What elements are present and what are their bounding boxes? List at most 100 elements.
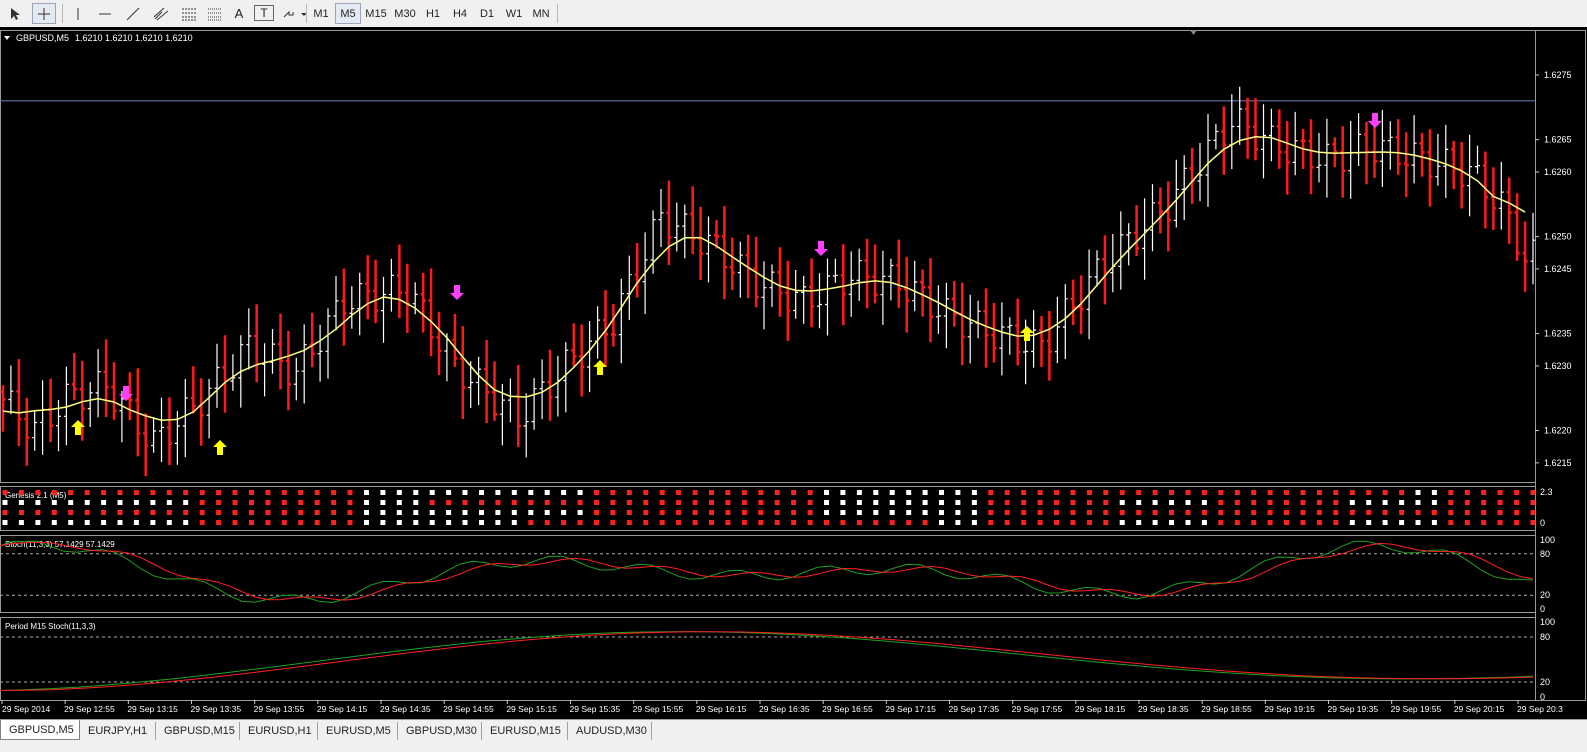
genesis-signal-dot	[18, 520, 24, 525]
genesis-signal-dot	[1004, 520, 1010, 525]
stochastic-pane[interactable]	[0, 535, 1536, 613]
stoch2-title: Period M15 Stoch(11,3,3)	[5, 622, 96, 631]
genesis-signal-dot	[199, 490, 205, 495]
genesis-signal-dot	[511, 500, 517, 505]
cursor-tool-button[interactable]	[4, 3, 26, 24]
genesis-signal-dot	[725, 500, 731, 505]
genesis-signal-dot	[413, 490, 419, 495]
period-button-m5[interactable]: M5	[335, 3, 361, 24]
genesis-signal-dot	[1037, 500, 1043, 505]
chart-tab-bar: GBPUSD,M5 EURJPY,H1 GBPUSD,M15 EURUSD,H1 EUR…	[0, 719, 1587, 752]
stoch1-scale-label: 100	[1540, 535, 1555, 545]
genesis-signal-dot	[1267, 510, 1273, 515]
genesis-signal-dot	[1054, 500, 1059, 505]
genesis-signal-dot	[1037, 490, 1043, 495]
genesis-signal-dot	[692, 510, 698, 515]
genesis-signal-dot	[166, 510, 172, 515]
genesis-signal-dot	[1431, 520, 1437, 525]
genesis-signal-dot	[1284, 490, 1289, 495]
time-label: 29 Sep 15:15	[506, 704, 557, 714]
genesis-signal-dot	[676, 500, 682, 505]
text-label-tool-button[interactable]: T	[254, 5, 274, 21]
fibonacci-retracement-tool-button[interactable]	[204, 3, 226, 24]
chart-canvas[interactable]: 1.6275 1.6265 1.6260 1.6250 1.6245 1.6235 1.62…	[0, 27, 1587, 719]
genesis-signal-dot	[1382, 490, 1388, 495]
genesis-signal-dot	[1316, 520, 1322, 525]
genesis-signal-dot	[117, 520, 123, 525]
time-label: 29 Sep 12:55	[64, 704, 115, 714]
stoch2-scale-label: 0	[1540, 692, 1545, 702]
genesis-signal-dot	[298, 490, 304, 495]
trendline-tool-button[interactable]	[122, 3, 144, 24]
price-label: 1.6275	[1544, 70, 1572, 80]
genesis-signal-dot	[955, 520, 961, 525]
chart-tab-gbpusd-m5[interactable]: GBPUSD,M5	[0, 720, 80, 740]
crosshair-tool-button[interactable]	[32, 3, 56, 24]
vertical-line-tool-button[interactable]	[68, 3, 88, 24]
period-button-w1[interactable]: W1	[501, 3, 527, 24]
time-label: 29 Sep 17:55	[1012, 704, 1063, 714]
m15-stochastic-pane[interactable]	[0, 617, 1536, 701]
genesis-signal-dot	[347, 490, 353, 495]
chart-tab-eurusd-m15[interactable]: EURUSD,M15	[482, 722, 568, 740]
period-button-d1[interactable]: D1	[474, 3, 500, 24]
genesis-signal-dot	[1185, 510, 1191, 515]
fibonacci-tool-button[interactable]	[178, 3, 200, 24]
genesis-signal-dot	[1366, 490, 1372, 495]
period-button-mn[interactable]: MN	[528, 3, 554, 24]
genesis-signal-dot	[1514, 510, 1520, 515]
stoch2-scale-label: 80	[1540, 632, 1550, 642]
period-button-m30[interactable]: M30	[391, 3, 419, 24]
genesis-signal-dot	[1399, 490, 1405, 495]
period-button-h1[interactable]: H1	[420, 3, 446, 24]
genesis-signal-dot	[1431, 490, 1437, 495]
genesis-signal-dot	[84, 520, 90, 525]
genesis-signal-dot	[824, 510, 829, 515]
chart-tab-audusd-m30[interactable]: AUDUSD,M30	[568, 722, 652, 740]
genesis-signal-dot	[1300, 490, 1306, 495]
period-button-m1[interactable]: M1	[308, 3, 334, 24]
chart-tab-eurjpy-h1[interactable]: EURJPY,H1	[80, 722, 156, 740]
genesis-signal-dot	[1169, 500, 1174, 505]
genesis-signal-dot	[150, 520, 156, 525]
genesis-signal-dot	[791, 520, 797, 525]
main-chart-pane[interactable]	[0, 30, 1536, 483]
genesis-signal-dot	[265, 510, 271, 515]
genesis-signal-dot	[1169, 490, 1174, 495]
genesis-signal-dot	[249, 490, 254, 495]
genesis-signal-dot	[1399, 520, 1405, 525]
genesis-signal-dot	[1185, 500, 1191, 505]
genesis-signal-dot	[1251, 500, 1257, 505]
chart-tab-eurusd-m5[interactable]: EURUSD,M5	[318, 722, 398, 740]
chart-tab-gbpusd-m30[interactable]: GBPUSD,M30	[398, 722, 482, 740]
genesis-signal-dot	[791, 500, 797, 505]
genesis-signal-dot	[35, 500, 41, 505]
genesis-signal-dot	[709, 500, 714, 505]
genesis-signal-dot	[347, 510, 353, 515]
time-label: 29 Sep 18:55	[1201, 704, 1252, 714]
genesis-signal-dot	[1399, 510, 1405, 515]
genesis-signal-dot	[84, 490, 90, 495]
genesis-signal-dot	[643, 520, 649, 525]
genesis-signal-dot	[1481, 510, 1487, 515]
equidistant-channel-tool-button[interactable]	[150, 3, 172, 24]
chart-window[interactable]: 1.6275 1.6265 1.6260 1.6250 1.6245 1.6235 1.62…	[0, 27, 1587, 719]
genesis-signal-dot	[741, 510, 747, 515]
genesis-signal-dot	[1136, 500, 1142, 505]
genesis-signal-dot	[1333, 520, 1339, 525]
genesis-signal-dot	[676, 510, 682, 515]
genesis-signal-dot	[298, 520, 304, 525]
genesis-signal-dot	[577, 500, 583, 505]
chart-tab-eurusd-h1[interactable]: EURUSD,H1	[240, 722, 318, 740]
genesis-signal-dot	[117, 490, 123, 495]
chart-tab-gbpusd-m15[interactable]: GBPUSD,M15	[156, 722, 240, 740]
genesis-signal-dot	[873, 510, 879, 515]
text-tool-button[interactable]: A	[230, 3, 248, 24]
period-button-h4[interactable]: H4	[447, 3, 473, 24]
period-button-m15[interactable]: M15	[362, 3, 390, 24]
stoch1-scale-label: 0	[1540, 604, 1545, 614]
genesis-signal-dot	[1497, 520, 1503, 525]
genesis-signal-dot	[528, 520, 534, 525]
genesis-signal-dot	[249, 520, 254, 525]
horizontal-line-tool-button[interactable]	[94, 3, 116, 24]
